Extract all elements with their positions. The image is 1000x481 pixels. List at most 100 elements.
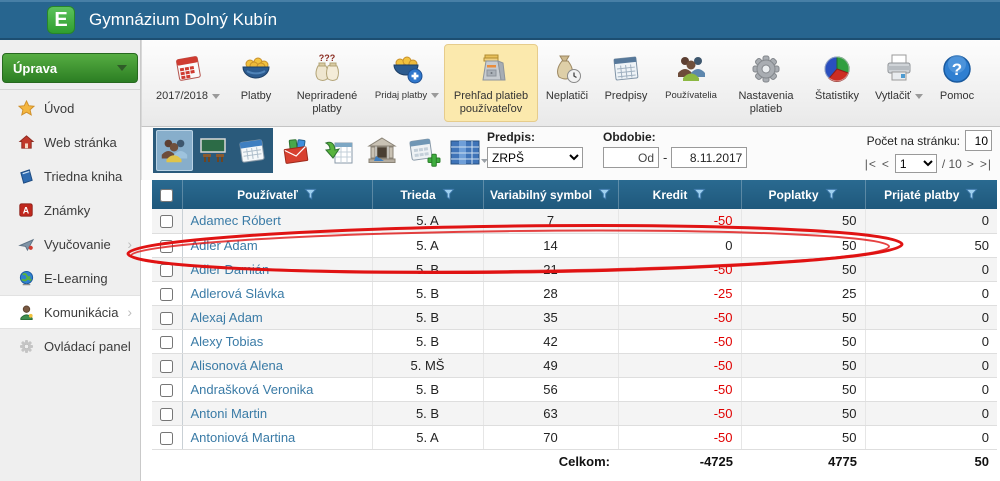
date-from-input[interactable] [603,147,659,168]
send-mail-icon[interactable] [280,133,316,171]
toolbar-item-label: Pridaj platby [375,90,427,101]
user-link[interactable]: Andrašková Veronika [182,377,372,401]
class-cell: 5. MŠ [372,353,483,377]
sidebar-item-label: Ovládací panel [44,339,131,354]
row-checkbox[interactable] [160,240,173,253]
payments-table: Používateľ Trieda Variabilný symbol Kred… [152,180,997,469]
date-range-dash: - [663,150,667,165]
user-link[interactable]: Adlerová Slávka [182,281,372,305]
sidebar-item-komunikacia[interactable]: Komunikácia › [0,295,140,329]
sidebar-item-znamky[interactable]: A Známky [0,193,140,227]
first-page-button[interactable]: |< [865,157,877,171]
sidebar-item-ovladaci-panel[interactable]: Ovládací panel [0,329,140,363]
sidebar-item-vyucovanie[interactable]: Vyučovanie › [0,227,140,261]
table-row: Antoniová Martina 5. A 70 -50 50 0 [152,425,997,449]
class-cell: 5. B [372,281,483,305]
toolbar-item-vytlacit[interactable]: Vytlačiť [868,44,930,122]
date-to-input[interactable] [671,147,747,168]
toolbar-item-label: Nepriradené platby [297,90,358,115]
filter-funnel-icon[interactable] [825,188,838,201]
user-link[interactable]: Alexaj Adam [182,305,372,329]
vs-cell: 21 [483,257,618,281]
pie-chart-icon [820,50,854,88]
toolbar-item-nastavenia-platieb[interactable]: Nastavenia platieb [726,44,806,122]
sidebar-item-label: Triedna kniha [44,169,122,184]
row-checkbox[interactable] [160,432,173,445]
grade-a-icon: A [17,201,35,219]
calendar-icon [171,50,205,88]
row-checkbox[interactable] [160,408,173,421]
col-header-pouzivatel[interactable]: Používateľ [182,180,372,209]
page-select[interactable]: 1 [895,154,937,173]
user-link[interactable]: Adler Damián [182,257,372,281]
toolbar-item-nepriradene-platby[interactable]: ??? Nepriradené platby [284,44,370,122]
toolbar-item-school-year[interactable]: 2017/2018 [148,44,228,122]
user-link[interactable]: Alisonová Alena [182,353,372,377]
toolbar-item-pridaj-platby[interactable]: Pridaj platby [370,44,444,122]
table-row: Alexaj Adam 5. B 35 -50 50 0 [152,305,997,329]
poplatky-cell: 50 [741,401,865,425]
row-checkbox[interactable] [160,360,173,373]
filter-funnel-icon[interactable] [442,188,455,201]
toolbar-item-neplatici[interactable]: Neplatiči [538,44,596,122]
col-header-kredit[interactable]: Kredit [618,180,741,209]
last-page-button[interactable]: >| [980,157,992,171]
per-page-label: Počet na stránku: [867,134,960,148]
filter-funnel-icon[interactable] [693,188,706,201]
sidebar-item-uvod[interactable]: Úvod [0,91,140,125]
toolbar-item-prehlad-platieb[interactable]: Prehľad platieb používateľov [444,44,538,122]
column-settings-icon[interactable] [448,133,490,171]
sidebar-item-triedna-kniha[interactable]: Triedna kniha [0,159,140,193]
kredit-cell: -50 [618,329,741,353]
toolbar-item-pomoc[interactable]: ? Pomoc [930,44,984,122]
table-row: Andrašková Veronika 5. B 56 -50 50 0 [152,377,997,401]
sidebar-item-web-stranka[interactable]: Web stránka [0,125,140,159]
view-tab-calendar[interactable] [233,130,270,171]
calculator-add-icon[interactable] [406,133,442,171]
table-row: Alisonová Alena 5. MŠ 49 -50 50 0 [152,353,997,377]
bank-icon[interactable] [364,133,400,171]
row-checkbox[interactable] [160,215,173,228]
prijate-cell: 0 [865,281,997,305]
user-link[interactable]: Antoniová Martina [182,425,372,449]
toolbar-item-label: Prehľad platieb používateľov [454,90,528,115]
filter-funnel-icon[interactable] [304,188,317,201]
col-header-variabilny-symbol[interactable]: Variabilný symbol [483,180,618,209]
user-link[interactable]: Adler Adam [182,233,372,257]
row-checkbox[interactable] [160,264,173,277]
class-cell: 5. B [372,257,483,281]
coins-bowl-icon [239,50,273,88]
next-page-button[interactable]: > [967,157,975,171]
per-page-input[interactable] [965,130,992,151]
col-header-prijate-platby[interactable]: Prijaté platby [865,180,997,209]
filter-funnel-icon[interactable] [598,188,611,201]
edit-dropdown-button[interactable]: Úprava [2,53,138,83]
prijate-cell: 0 [865,329,997,353]
toolbar-item-pouzivatelia[interactable]: Používatelia [656,44,726,122]
row-checkbox[interactable] [160,312,173,325]
col-header-trieda[interactable]: Trieda [372,180,483,209]
chevron-down-icon [117,65,127,71]
row-checkbox[interactable] [160,384,173,397]
filter-funnel-icon[interactable] [965,188,978,201]
user-link[interactable]: Antoni Martin [182,401,372,425]
prescriptions-calendar-icon [609,50,643,88]
prev-page-button[interactable]: < [882,157,890,171]
table-row: Adler Damián 5. B 21 -50 50 0 [152,257,997,281]
view-tab-users[interactable] [156,130,193,171]
payments-table-area: Používateľ Trieda Variabilný symbol Kred… [141,180,1000,481]
row-checkbox[interactable] [160,336,173,349]
user-link[interactable]: Adamec Róbert [182,209,372,233]
select-all-checkbox[interactable] [160,189,173,202]
row-checkbox[interactable] [160,288,173,301]
user-link[interactable]: Alexy Tobias [182,329,372,353]
toolbar-item-predpisy[interactable]: Predpisy [596,44,656,122]
gear-icon [749,50,783,88]
sidebar-item-elearning[interactable]: E-Learning [0,261,140,295]
col-header-poplatky[interactable]: Poplatky [741,180,865,209]
export-table-icon[interactable] [322,133,358,171]
predpis-select[interactable]: ZRPŠ [487,147,583,168]
view-tab-classes[interactable] [194,130,231,171]
toolbar-item-statistiky[interactable]: Štatistiky [806,44,868,122]
toolbar-item-platby[interactable]: Platby [228,44,284,122]
